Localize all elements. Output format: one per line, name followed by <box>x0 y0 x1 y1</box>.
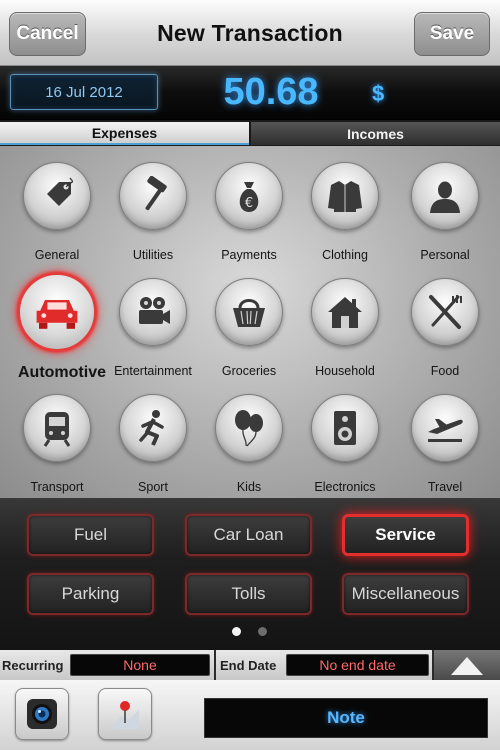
category-label: Electronics <box>314 480 376 494</box>
train-icon <box>43 412 71 447</box>
date-picker-button[interactable]: 16 Jul 2012 <box>10 74 158 110</box>
category-label: Kids <box>236 480 262 494</box>
category-ball <box>119 394 187 462</box>
category-general[interactable]: General <box>8 152 106 270</box>
category-ball <box>215 278 283 346</box>
currency-button[interactable]: $ <box>372 81 384 107</box>
app-screen: Cancel New Transaction Save 16 Jul 2012 … <box>0 0 500 750</box>
page-dot-active[interactable] <box>232 627 241 636</box>
category-transport[interactable]: Transport <box>8 384 106 502</box>
amount-display: 16 Jul 2012 50.68 $ <box>0 66 500 120</box>
category-kids[interactable]: Kids <box>200 384 298 502</box>
car-icon <box>36 300 78 329</box>
subcategory-parking[interactable]: Parking <box>27 573 154 615</box>
cancel-button[interactable]: Cancel <box>9 12 86 56</box>
category-ball <box>411 394 479 462</box>
tag-icon <box>47 177 74 206</box>
category-grid: General Utilities € Payments Clothing Pe… <box>0 146 500 498</box>
house-icon <box>328 297 362 328</box>
save-button[interactable]: Save <box>414 12 490 56</box>
end-date-label: End Date <box>220 657 277 673</box>
category-ball <box>411 162 479 230</box>
tab-expenses[interactable]: Expenses <box>0 122 249 145</box>
category-ball <box>311 278 379 346</box>
category-ball <box>119 278 187 346</box>
jacket-icon <box>328 181 362 212</box>
subcategory-fuel[interactable]: Fuel <box>27 514 154 556</box>
category-label: Personal <box>420 248 470 262</box>
category-groceries[interactable]: Groceries <box>200 268 298 386</box>
category-ball: € <box>215 162 283 230</box>
film-camera-icon <box>139 297 170 324</box>
basket-icon <box>233 299 265 327</box>
subcategory-car-loan[interactable]: Car Loan <box>185 514 312 556</box>
category-utilities[interactable]: Utilities <box>104 152 202 270</box>
money-bag-icon: € <box>239 182 259 212</box>
end-date-value[interactable]: No end date <box>286 654 429 676</box>
category-personal[interactable]: Personal <box>396 152 494 270</box>
tab-incomes[interactable]: Incomes <box>251 122 500 145</box>
camera-icon <box>27 699 57 729</box>
category-ball <box>411 278 479 346</box>
category-label: Household <box>315 364 375 378</box>
type-tabs: Expenses Incomes <box>0 120 500 146</box>
fork-knife-icon <box>429 295 462 329</box>
category-automotive[interactable]: Automotive <box>8 268 106 386</box>
svg-text:€: € <box>245 196 253 211</box>
category-label: Transport <box>30 480 84 494</box>
runner-icon <box>139 410 164 446</box>
note-button[interactable]: Note <box>204 698 488 738</box>
page-dot-inactive[interactable] <box>258 627 267 636</box>
category-ball <box>311 162 379 230</box>
camera-button[interactable] <box>15 688 69 740</box>
category-ball <box>23 162 91 230</box>
category-ball <box>311 394 379 462</box>
category-label: Groceries <box>221 364 277 378</box>
category-label: Entertainment <box>114 364 192 378</box>
category-ball <box>119 162 187 230</box>
recurring-label: Recurring <box>2 657 64 673</box>
person-icon <box>430 181 460 213</box>
bottom-bar: Note <box>0 680 500 750</box>
subcategory-service[interactable]: Service <box>342 514 469 556</box>
category-entertainment[interactable]: Entertainment <box>104 268 202 386</box>
category-ball <box>23 394 91 462</box>
hammer-icon <box>145 176 167 211</box>
location-button[interactable] <box>98 688 152 740</box>
airplane-icon <box>428 419 463 442</box>
amount-value[interactable]: 50.68 <box>196 71 346 114</box>
category-household[interactable]: Household <box>296 268 394 386</box>
balloons-icon <box>235 410 263 447</box>
navigation-bar: Cancel New Transaction Save <box>0 0 500 66</box>
category-label: Food <box>430 364 460 378</box>
category-ball <box>215 394 283 462</box>
category-label: Clothing <box>322 248 368 262</box>
category-travel[interactable]: Travel <box>396 384 494 502</box>
subcategory-panel: Fuel Car Loan Service Parking Tolls Misc… <box>0 498 500 650</box>
category-label: Payments <box>221 248 277 262</box>
category-food[interactable]: Food <box>396 268 494 386</box>
category-ball <box>17 272 97 352</box>
category-sport[interactable]: Sport <box>104 384 202 502</box>
category-clothing[interactable]: Clothing <box>296 152 394 270</box>
subcategory-miscellaneous[interactable]: Miscellaneous <box>342 573 469 615</box>
subcategory-tolls[interactable]: Tolls <box>185 573 312 615</box>
category-label: General <box>34 248 80 262</box>
end-date-segment[interactable]: End Date No end date <box>216 650 432 680</box>
triangle-up-icon <box>451 657 483 675</box>
page-title: New Transaction <box>157 20 343 46</box>
location-pin-icon <box>113 701 139 729</box>
category-label: Sport <box>138 480 168 494</box>
category-electronics[interactable]: Electronics <box>296 384 394 502</box>
category-label: Travel <box>427 480 463 494</box>
recurring-value[interactable]: None <box>70 654 210 676</box>
expand-button[interactable] <box>434 650 500 680</box>
category-payments[interactable]: € Payments <box>200 152 298 270</box>
recurring-segment[interactable]: Recurring None <box>0 650 214 680</box>
speaker-icon <box>334 411 356 445</box>
recurring-row: Recurring None End Date No end date <box>0 650 500 680</box>
category-label: Utilities <box>132 248 174 262</box>
